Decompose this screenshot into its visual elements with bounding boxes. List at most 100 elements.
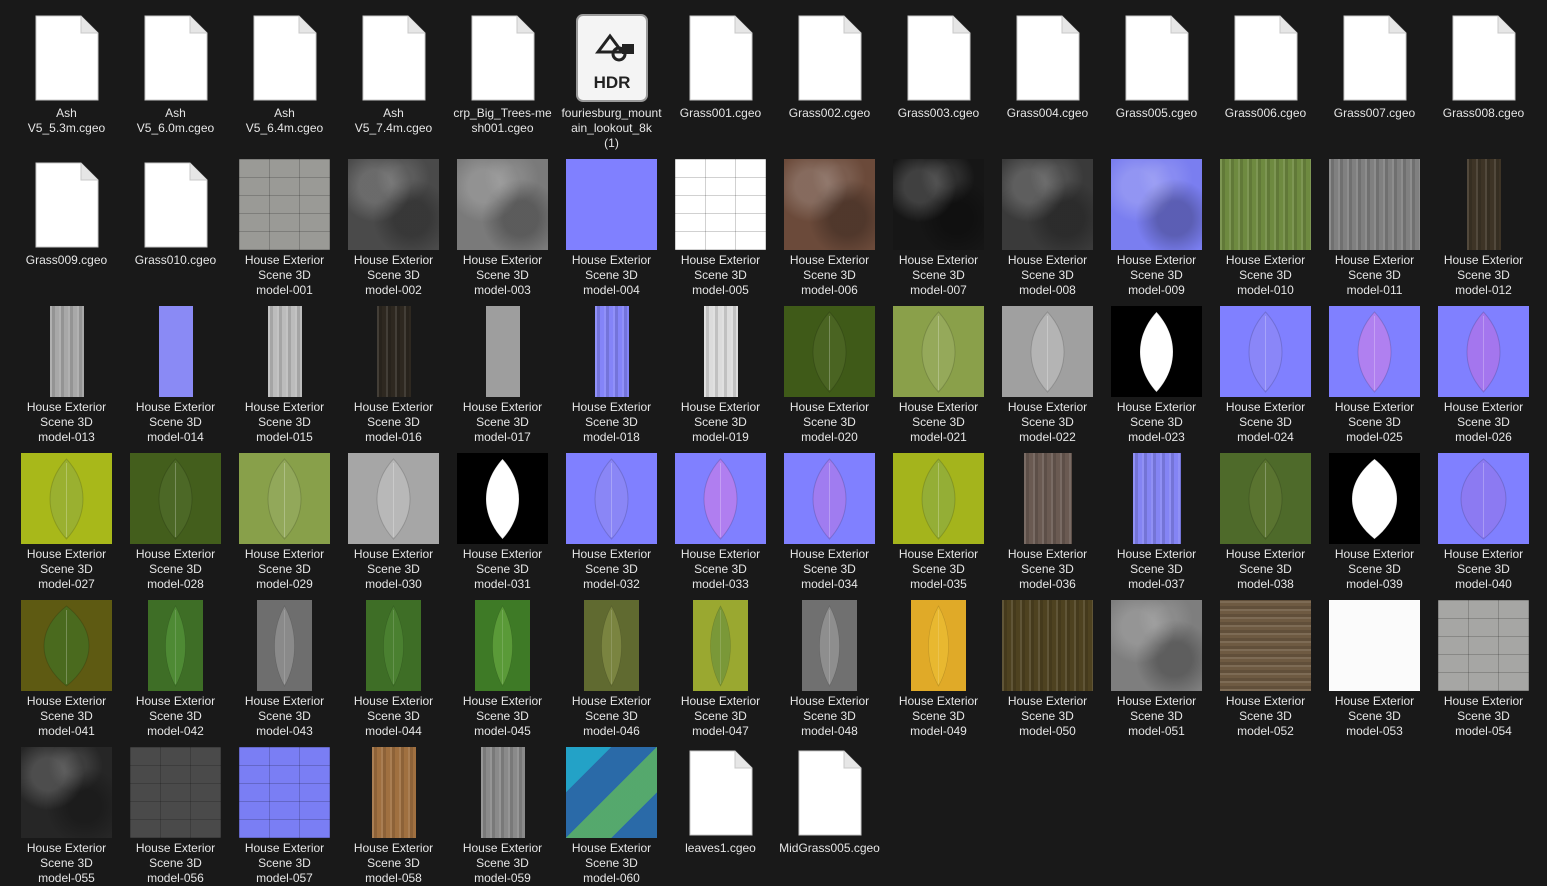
document-icon — [798, 15, 861, 100]
file-item[interactable]: House Exterior Scene 3D model-027 — [15, 444, 118, 591]
file-name-label: House Exterior Scene 3D model-005 — [680, 253, 761, 297]
file-item[interactable]: Ash V5_5.3m.cgeo — [15, 3, 118, 147]
file-thumbnail — [1002, 159, 1093, 250]
file-thumbnail — [675, 12, 766, 103]
file-item[interactable]: House Exterior Scene 3D model-021 — [887, 297, 990, 444]
file-item[interactable]: Grass006.cgeo — [1214, 3, 1317, 147]
file-item[interactable]: House Exterior Scene 3D model-048 — [778, 591, 881, 738]
file-item[interactable]: House Exterior Scene 3D model-042 — [124, 591, 227, 738]
file-name-label: House Exterior Scene 3D model-060 — [571, 841, 652, 885]
file-item[interactable]: House Exterior Scene 3D model-028 — [124, 444, 227, 591]
file-item[interactable]: crp_Big_Trees-mesh001.cgeo — [451, 3, 554, 147]
file-name-label: Grass006.cgeo — [1224, 106, 1307, 120]
file-item[interactable]: House Exterior Scene 3D model-004 — [560, 150, 663, 297]
file-item[interactable]: House Exterior Scene 3D model-007 — [887, 150, 990, 297]
file-item[interactable]: House Exterior Scene 3D model-047 — [669, 591, 772, 738]
file-name-label: House Exterior Scene 3D model-042 — [135, 694, 216, 738]
file-thumbnail — [1329, 159, 1420, 250]
file-item[interactable]: House Exterior Scene 3D model-023 — [1105, 297, 1208, 444]
file-item[interactable]: Ash V5_7.4m.cgeo — [342, 3, 445, 147]
file-item[interactable]: House Exterior Scene 3D model-060 — [560, 738, 663, 885]
file-item[interactable]: Grass007.cgeo — [1323, 3, 1426, 147]
file-item[interactable]: House Exterior Scene 3D model-030 — [342, 444, 445, 591]
file-item[interactable]: House Exterior Scene 3D model-044 — [342, 591, 445, 738]
file-item[interactable]: House Exterior Scene 3D model-039 — [1323, 444, 1426, 591]
file-item[interactable]: House Exterior Scene 3D model-003 — [451, 150, 554, 297]
document-icon — [1452, 15, 1515, 100]
file-item[interactable]: Ash V5_6.4m.cgeo — [233, 3, 336, 147]
file-thumbnail — [239, 306, 330, 397]
file-item[interactable]: House Exterior Scene 3D model-015 — [233, 297, 336, 444]
file-item[interactable]: House Exterior Scene 3D model-025 — [1323, 297, 1426, 444]
file-item[interactable]: House Exterior Scene 3D model-046 — [560, 591, 663, 738]
file-thumbnail — [1002, 12, 1093, 103]
file-item[interactable]: House Exterior Scene 3D model-001 — [233, 150, 336, 297]
file-item[interactable]: House Exterior Scene 3D model-032 — [560, 444, 663, 591]
file-item[interactable]: Grass010.cgeo — [124, 150, 227, 294]
file-item[interactable]: House Exterior Scene 3D model-043 — [233, 591, 336, 738]
file-thumbnail — [1438, 159, 1529, 250]
file-item[interactable]: Grass002.cgeo — [778, 3, 881, 147]
file-item[interactable]: House Exterior Scene 3D model-034 — [778, 444, 881, 591]
file-item[interactable]: House Exterior Scene 3D model-029 — [233, 444, 336, 591]
file-thumbnail — [893, 12, 984, 103]
file-item[interactable]: House Exterior Scene 3D model-022 — [996, 297, 1099, 444]
file-item[interactable]: House Exterior Scene 3D model-014 — [124, 297, 227, 444]
file-item[interactable]: House Exterior Scene 3D model-024 — [1214, 297, 1317, 444]
file-item[interactable]: House Exterior Scene 3D model-018 — [560, 297, 663, 444]
file-thumbnail — [1220, 600, 1311, 691]
file-thumbnail — [784, 12, 875, 103]
file-name-label: House Exterior Scene 3D model-035 — [898, 547, 979, 591]
file-item[interactable]: House Exterior Scene 3D model-052 — [1214, 591, 1317, 738]
file-item[interactable]: House Exterior Scene 3D model-051 — [1105, 591, 1208, 738]
file-item[interactable]: Grass003.cgeo — [887, 3, 990, 147]
file-item[interactable]: House Exterior Scene 3D model-031 — [451, 444, 554, 591]
file-thumbnail — [566, 747, 657, 838]
file-item[interactable]: House Exterior Scene 3D model-012 — [1432, 150, 1535, 297]
file-item[interactable]: House Exterior Scene 3D model-019 — [669, 297, 772, 444]
file-item[interactable]: Grass009.cgeo — [15, 150, 118, 294]
file-item[interactable]: House Exterior Scene 3D model-013 — [15, 297, 118, 444]
file-name-label: House Exterior Scene 3D model-056 — [135, 841, 216, 885]
file-item[interactable]: House Exterior Scene 3D model-050 — [996, 591, 1099, 738]
file-item[interactable]: House Exterior Scene 3D model-011 — [1323, 150, 1426, 297]
file-item[interactable]: MidGrass005.cgeo — [778, 738, 881, 882]
file-name-label: House Exterior Scene 3D model-051 — [1116, 694, 1197, 738]
file-item[interactable]: House Exterior Scene 3D model-010 — [1214, 150, 1317, 297]
file-item[interactable]: House Exterior Scene 3D model-054 — [1432, 591, 1535, 738]
file-thumbnail — [566, 600, 657, 691]
file-item[interactable]: House Exterior Scene 3D model-058 — [342, 738, 445, 885]
file-item[interactable]: HDR fouriesburg_mountain_lookout_8k (1) — [560, 3, 663, 150]
file-item[interactable]: House Exterior Scene 3D model-037 — [1105, 444, 1208, 591]
file-item[interactable]: House Exterior Scene 3D model-045 — [451, 591, 554, 738]
file-item[interactable]: House Exterior Scene 3D model-002 — [342, 150, 445, 297]
file-item[interactable]: House Exterior Scene 3D model-038 — [1214, 444, 1317, 591]
file-item[interactable]: House Exterior Scene 3D model-026 — [1432, 297, 1535, 444]
file-item[interactable]: House Exterior Scene 3D model-009 — [1105, 150, 1208, 297]
file-item[interactable]: Grass005.cgeo — [1105, 3, 1208, 147]
file-item[interactable]: Grass001.cgeo — [669, 3, 772, 147]
file-item[interactable]: House Exterior Scene 3D model-057 — [233, 738, 336, 885]
file-item[interactable]: Ash V5_6.0m.cgeo — [124, 3, 227, 147]
file-item[interactable]: House Exterior Scene 3D model-055 — [15, 738, 118, 885]
file-item[interactable]: House Exterior Scene 3D model-020 — [778, 297, 881, 444]
file-item[interactable]: House Exterior Scene 3D model-016 — [342, 297, 445, 444]
file-item[interactable]: House Exterior Scene 3D model-006 — [778, 150, 881, 297]
file-thumbnail — [893, 453, 984, 544]
file-item[interactable]: leaves1.cgeo — [669, 738, 772, 882]
file-thumbnail — [21, 12, 112, 103]
file-item[interactable]: House Exterior Scene 3D model-005 — [669, 150, 772, 297]
file-item[interactable]: House Exterior Scene 3D model-059 — [451, 738, 554, 885]
file-item[interactable]: House Exterior Scene 3D model-036 — [996, 444, 1099, 591]
file-item[interactable]: House Exterior Scene 3D model-049 — [887, 591, 990, 738]
file-item[interactable]: House Exterior Scene 3D model-033 — [669, 444, 772, 591]
file-item[interactable]: House Exterior Scene 3D model-017 — [451, 297, 554, 444]
file-item[interactable]: Grass004.cgeo — [996, 3, 1099, 147]
file-item[interactable]: House Exterior Scene 3D model-008 — [996, 150, 1099, 297]
file-item[interactable]: House Exterior Scene 3D model-053 — [1323, 591, 1426, 738]
file-item[interactable]: House Exterior Scene 3D model-041 — [15, 591, 118, 738]
file-item[interactable]: Grass008.cgeo — [1432, 3, 1535, 147]
file-item[interactable]: House Exterior Scene 3D model-035 — [887, 444, 990, 591]
file-item[interactable]: House Exterior Scene 3D model-040 — [1432, 444, 1535, 591]
file-item[interactable]: House Exterior Scene 3D model-056 — [124, 738, 227, 885]
